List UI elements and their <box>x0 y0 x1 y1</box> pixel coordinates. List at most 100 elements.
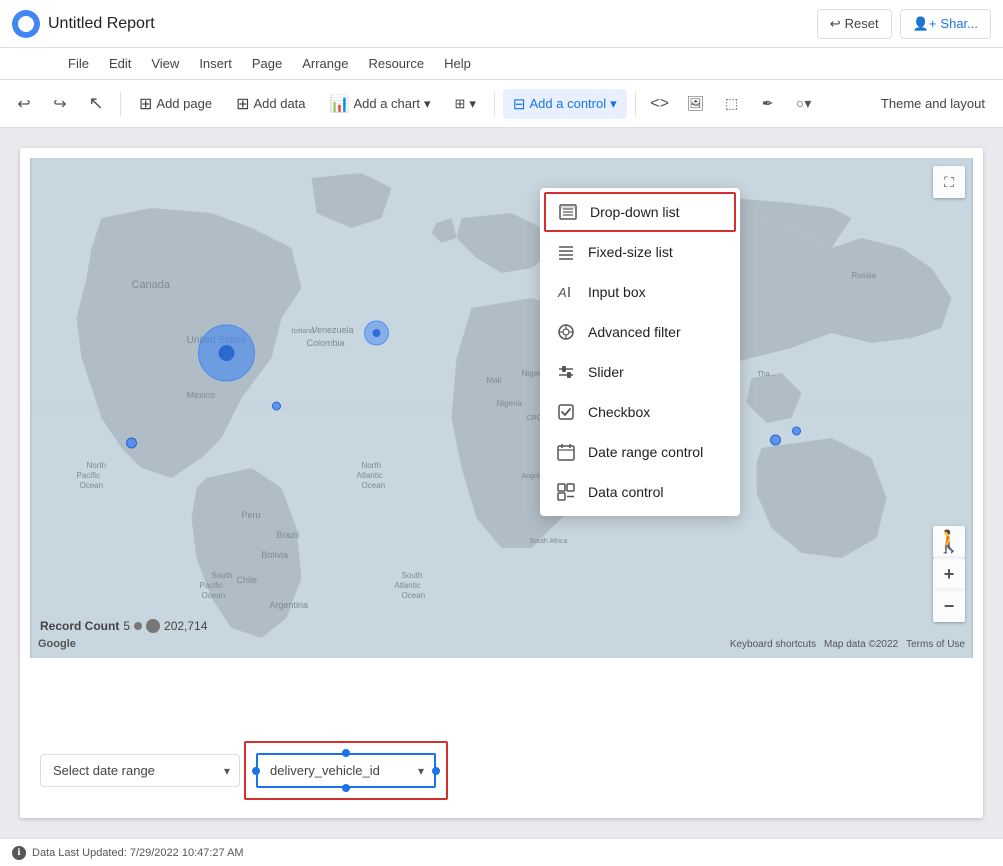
svg-text:South: South <box>402 571 423 580</box>
component-chevron: ▾ <box>469 96 476 112</box>
menu-item-date-range[interactable]: Date range control <box>540 432 740 472</box>
status-bar: ℹ Data Last Updated: 7/29/2022 10:47:27 … <box>0 838 1003 866</box>
share-button[interactable]: 👤+ Shar... <box>900 9 991 39</box>
date-range-wrapper: Select date range <box>40 754 240 787</box>
legend-dot-large <box>146 619 160 633</box>
dropdown-control-wrapper: delivery_vehicle_id ▾ <box>256 753 436 788</box>
frame-button[interactable]: ⬚ <box>716 88 748 120</box>
add-page-button[interactable]: ⊞ Add page <box>129 88 222 120</box>
svg-text:Ocean: Ocean <box>362 481 386 490</box>
checkbox-icon <box>556 402 576 422</box>
fixed-size-list-icon <box>556 242 576 262</box>
svg-text:Tha...: Tha... <box>758 371 776 378</box>
control-handle-left <box>252 767 260 775</box>
menu-arrange[interactable]: Arrange <box>294 52 356 75</box>
status-icon: ℹ <box>12 846 26 860</box>
svg-text:Mali: Mali <box>487 376 502 385</box>
menu-resource[interactable]: Resource <box>360 52 432 75</box>
shapes-button[interactable]: ○▾ <box>788 88 820 120</box>
dropdown-control-arrow: ▾ <box>418 764 424 778</box>
menu-page[interactable]: Page <box>244 52 290 75</box>
date-range-select[interactable]: Select date range <box>40 754 240 787</box>
add-component-label: ⊞ <box>454 96 465 112</box>
menu-file[interactable]: File <box>60 52 97 75</box>
reset-icon: ↩ <box>830 16 841 32</box>
add-control-label: Add a control <box>530 96 607 111</box>
slider-label: Slider <box>588 364 624 380</box>
data-control-label: Data control <box>588 484 663 500</box>
slider-icon <box>556 362 576 382</box>
svg-text:Canada: Canada <box>132 279 171 291</box>
record-count-value: 5 <box>123 619 130 633</box>
toolbar: ↩ ↪ ↖ ⊞ Add page ⊞ Add data 📊 Add a char… <box>0 80 1003 128</box>
data-control-icon <box>556 482 576 502</box>
add-chart-label: Add a chart <box>353 96 420 111</box>
select-tool-button[interactable]: ↖ <box>80 88 112 120</box>
add-data-icon: ⊞ <box>236 94 249 114</box>
map-data-label: Map data ©2022 <box>824 639 898 650</box>
canvas-area: Canada United States Mexico North Pacifi… <box>0 128 1003 838</box>
svg-text:Brazil: Brazil <box>277 530 300 540</box>
svg-text:Mexico: Mexico <box>187 390 216 400</box>
menu-item-advanced-filter[interactable]: Advanced filter <box>540 312 740 352</box>
add-chart-button[interactable]: 📊 Add a chart ▾ <box>320 88 441 120</box>
menu-item-input-box[interactable]: A Input box <box>540 272 740 312</box>
menu-insert[interactable]: Insert <box>191 52 240 75</box>
date-range-icon <box>556 442 576 462</box>
share-icon: 👤+ <box>913 16 937 32</box>
app-logo <box>12 10 40 38</box>
undo-button[interactable]: ↩ <box>8 88 40 120</box>
svg-text:Atlantic: Atlantic <box>357 471 383 480</box>
top-bar: Untitled Report ↩ Reset 👤+ Shar... <box>0 0 1003 48</box>
checkbox-label: Checkbox <box>588 404 650 420</box>
menu-view[interactable]: View <box>143 52 187 75</box>
add-control-icon: ⊟ <box>513 95 526 113</box>
add-chart-icon: 📊 <box>330 94 350 114</box>
add-component-button[interactable]: ⊞ ▾ <box>444 90 485 118</box>
advanced-filter-icon <box>556 322 576 342</box>
menu-item-fixed-size-list[interactable]: Fixed-size list <box>540 232 740 272</box>
menu-help[interactable]: Help <box>436 52 479 75</box>
bottom-controls: Select date range delivery_vehicle_id ▾ <box>40 753 973 788</box>
menu-edit[interactable]: Edit <box>101 52 139 75</box>
draw-button[interactable]: ✒ <box>752 88 784 120</box>
map-street-view-button[interactable]: 🚶 <box>933 526 965 558</box>
dropdown-control-text: delivery_vehicle_id <box>270 763 380 778</box>
svg-text:Iceland: Iceland <box>292 328 315 335</box>
add-control-chevron: ▾ <box>610 96 617 112</box>
status-text: Data Last Updated: 7/29/2022 10:47:27 AM <box>32 847 244 859</box>
record-count-label: Record Count <box>40 619 119 633</box>
menu-item-checkbox[interactable]: Checkbox <box>540 392 740 432</box>
fixed-size-list-label: Fixed-size list <box>588 244 673 260</box>
terms-link[interactable]: Terms of Use <box>906 639 965 650</box>
svg-text:Niger: Niger <box>522 369 541 378</box>
add-data-label: Add data <box>253 96 305 111</box>
image-button[interactable]: 🖼 <box>680 88 712 120</box>
svg-text:Atlantic: Atlantic <box>395 581 421 590</box>
map-zoom-out-button[interactable]: − <box>933 590 965 622</box>
code-button[interactable]: <> <box>644 88 676 120</box>
menu-item-dropdown-list[interactable]: Drop-down list <box>544 192 736 232</box>
map-fullscreen-button[interactable]: ⛶ <box>933 166 965 198</box>
svg-text:Colombia: Colombia <box>307 338 345 348</box>
dropdown-list-icon <box>558 202 578 222</box>
redo-button[interactable]: ↪ <box>44 88 76 120</box>
add-data-button[interactable]: ⊞ Add data <box>226 88 315 120</box>
svg-text:Bolivia: Bolivia <box>262 550 289 560</box>
map-footer: Keyboard shortcuts Map data ©2022 Terms … <box>730 639 965 650</box>
menu-item-slider[interactable]: Slider <box>540 352 740 392</box>
svg-text:South: South <box>212 571 233 580</box>
keyboard-shortcuts-link[interactable]: Keyboard shortcuts <box>730 639 816 650</box>
toolbar-divider-2 <box>494 92 495 116</box>
theme-layout-button[interactable]: Theme and layout <box>871 90 995 117</box>
dropdown-control-box[interactable]: delivery_vehicle_id ▾ <box>256 753 436 788</box>
svg-text:A: A <box>557 285 567 300</box>
svg-text:South Africa: South Africa <box>530 538 568 545</box>
map-zoom-in-button[interactable]: + <box>933 558 965 590</box>
map-area: Canada United States Mexico North Pacifi… <box>30 158 973 658</box>
add-control-button[interactable]: ⊟ Add a control ▾ <box>503 89 627 119</box>
menu-item-data-control[interactable]: Data control <box>540 472 740 512</box>
svg-text:Ocean: Ocean <box>202 591 226 600</box>
legend-dot-small <box>134 622 142 630</box>
reset-button[interactable]: ↩ Reset <box>817 9 892 39</box>
